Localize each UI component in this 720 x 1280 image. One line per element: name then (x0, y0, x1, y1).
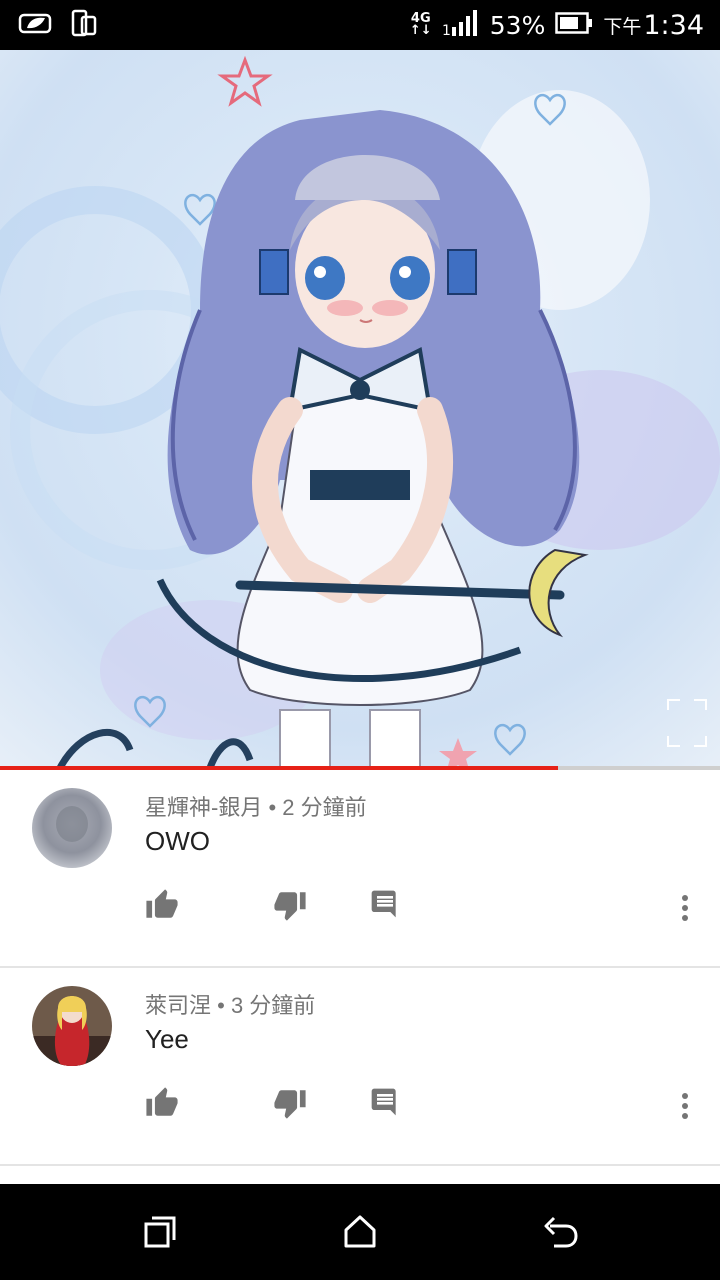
network-4g-icon: 4G ↑↓ (409, 11, 432, 38)
comment-meta: 星輝神-銀月 • 2 分鐘前 (145, 790, 367, 822)
video-thumbnail (0, 55, 720, 768)
more-options-icon[interactable] (665, 888, 705, 928)
dislike-icon[interactable] (273, 1086, 313, 1126)
clock: 1:34 (643, 9, 704, 41)
leaf-notification-icon (18, 10, 52, 41)
signal-icon: 1 (442, 9, 480, 42)
video-player[interactable] (0, 50, 720, 768)
battery-percent: 53% (489, 10, 546, 40)
divider (0, 1164, 720, 1166)
recent-apps-icon[interactable] (140, 1212, 180, 1252)
svg-text:1: 1 (442, 23, 451, 37)
comment-actions (145, 888, 705, 928)
like-icon[interactable] (145, 888, 185, 928)
comment-text: OWO (145, 826, 210, 856)
comment-item: 萊司涅 • 3 分鐘前 Yee (0, 968, 720, 1166)
comment-text: Yee (145, 1024, 189, 1054)
screen: 4G ↑↓ 1 53% 下午 1:34 星輝神-銀月 • 2 分鐘前 OWO 萊… (0, 0, 720, 1280)
battery-icon (555, 11, 593, 39)
back-icon[interactable] (540, 1212, 580, 1252)
status-bar: 4G ↑↓ 1 53% 下午 1:34 (0, 0, 720, 50)
avatar[interactable] (32, 986, 112, 1066)
status-right: 4G ↑↓ 1 53% 下午 1:34 (410, 6, 704, 44)
comment-author[interactable]: 萊司涅 (145, 993, 211, 1018)
like-icon[interactable] (145, 1086, 185, 1126)
dislike-icon[interactable] (273, 888, 313, 928)
comment-meta: 萊司涅 • 3 分鐘前 (145, 988, 315, 1020)
network-type: 4G (410, 11, 431, 26)
comment-actions (145, 1086, 705, 1126)
meta-separator: • (211, 993, 231, 1018)
status-left (18, 8, 98, 43)
comment-time: 3 分鐘前 (230, 993, 316, 1018)
more-options-icon[interactable] (665, 1086, 705, 1126)
comment-item: 星輝神-銀月 • 2 分鐘前 OWO (0, 770, 720, 968)
reply-icon[interactable] (369, 888, 409, 928)
reply-icon[interactable] (369, 1086, 409, 1126)
comment-author[interactable]: 星輝神-銀月 (145, 795, 262, 820)
navigation-bar (0, 1184, 720, 1280)
avatar[interactable] (32, 788, 112, 868)
comment-time: 2 分鐘前 (282, 795, 367, 820)
time-prefix: 下午 (603, 15, 642, 38)
home-icon[interactable] (340, 1212, 380, 1252)
meta-separator: • (262, 795, 283, 820)
phone-rotate-icon (70, 8, 98, 43)
